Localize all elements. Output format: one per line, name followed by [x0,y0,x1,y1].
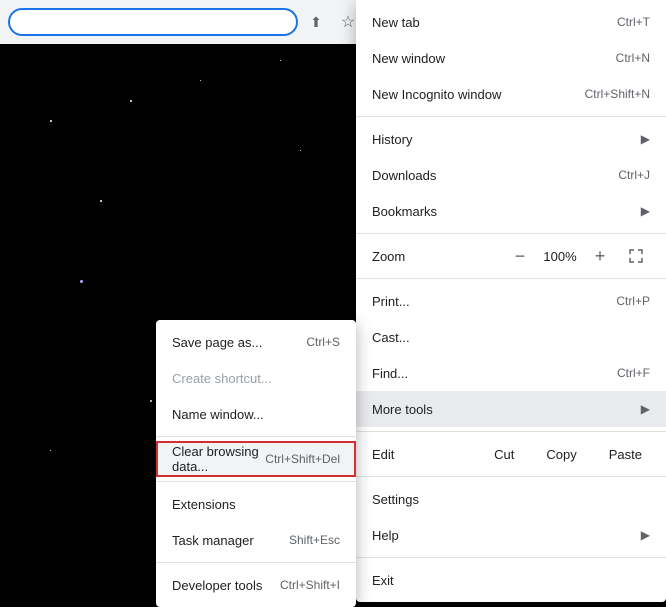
menu-item-settings[interactable]: Settings [356,481,666,517]
menu-item-bookmarks[interactable]: Bookmarks ▶ [356,193,666,229]
star [150,400,152,402]
menu-item-more-tools[interactable]: More tools ▶ [356,391,666,427]
submenu-divider-2 [156,481,356,482]
submenu-divider-3 [156,562,356,563]
menu-item-downloads[interactable]: Downloads Ctrl+J [356,157,666,193]
submenu-divider-1 [156,436,356,437]
zoom-value: 100% [542,249,578,264]
divider-2 [356,233,666,234]
divider-3 [356,278,666,279]
share-icon[interactable]: ⬆ [302,8,330,36]
star [280,60,281,61]
star [80,280,83,283]
submenu-item-developer-tools[interactable]: Developer tools Ctrl+Shift+I [156,567,356,603]
star [300,150,301,151]
star [50,450,51,451]
divider-6 [356,557,666,558]
chrome-toolbar: ⬆ ☆ [0,0,370,44]
divider-5 [356,476,666,477]
edit-row: Edit Cut Copy Paste [356,436,666,472]
divider-1 [356,116,666,117]
zoom-out-button[interactable]: − [506,242,534,270]
submenu-item-save-page[interactable]: Save page as... Ctrl+S [156,324,356,360]
fullscreen-icon[interactable] [622,242,650,270]
zoom-row: Zoom − 100% + [356,238,666,274]
zoom-controls: − 100% + [506,242,650,270]
cut-button[interactable]: Cut [478,441,530,468]
star [50,120,52,122]
copy-button[interactable]: Copy [530,441,592,468]
submenu-item-create-shortcut[interactable]: Create shortcut... [156,360,356,396]
menu-item-exit[interactable]: Exit [356,562,666,598]
menu-item-help[interactable]: Help ▶ [356,517,666,553]
address-bar[interactable] [8,8,298,36]
menu-item-new-incognito[interactable]: New Incognito window Ctrl+Shift+N [356,76,666,112]
main-dropdown-menu: New tab Ctrl+T New window Ctrl+N New Inc… [356,0,666,602]
divider-4 [356,431,666,432]
star [100,200,102,202]
submenu-item-task-manager[interactable]: Task manager Shift+Esc [156,522,356,558]
star [200,80,201,81]
submenu-item-extensions[interactable]: Extensions [156,486,356,522]
submenu-item-clear-browsing[interactable]: Clear browsing data... Ctrl+Shift+Del [156,441,356,477]
zoom-in-button[interactable]: + [586,242,614,270]
menu-item-new-tab[interactable]: New tab Ctrl+T [356,4,666,40]
menu-item-new-window[interactable]: New window Ctrl+N [356,40,666,76]
menu-item-print[interactable]: Print... Ctrl+P [356,283,666,319]
menu-item-history[interactable]: History ▶ [356,121,666,157]
menu-item-find[interactable]: Find... Ctrl+F [356,355,666,391]
menu-item-cast[interactable]: Cast... [356,319,666,355]
more-tools-submenu: Save page as... Ctrl+S Create shortcut..… [156,320,356,607]
star [130,100,132,102]
submenu-item-name-window[interactable]: Name window... [156,396,356,432]
paste-button[interactable]: Paste [593,441,658,468]
